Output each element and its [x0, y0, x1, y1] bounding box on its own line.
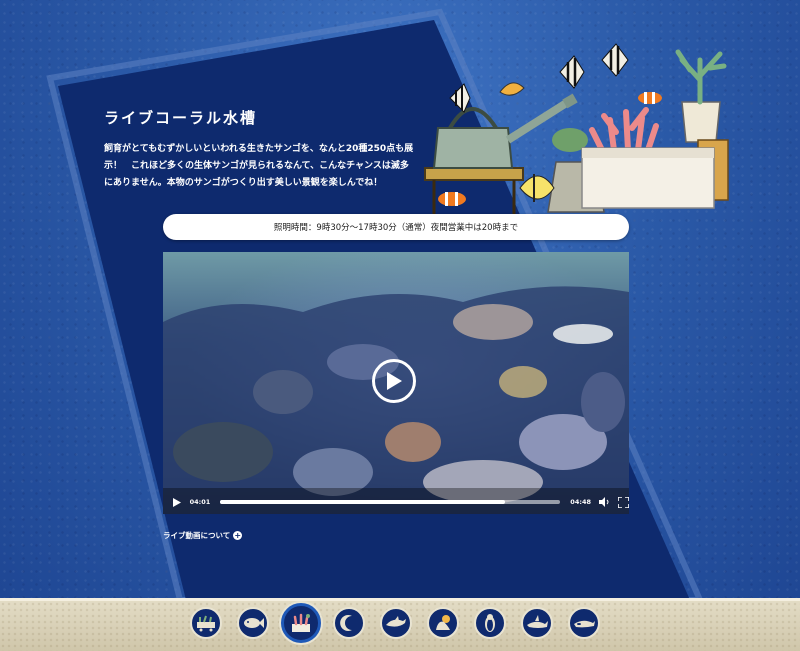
- plus-circle-icon: +: [233, 531, 243, 540]
- fullscreen-icon: [618, 496, 629, 508]
- video-duration: 04:48: [570, 498, 591, 506]
- exhibit-description: 飼育がとてもむずかしいといわれる生きたサンゴを、なんと20種250点も展示！ こ…: [104, 144, 414, 188]
- penguin-icon: [485, 614, 495, 632]
- speaker-icon: [599, 497, 609, 507]
- nav-button-jellyfish[interactable]: [333, 607, 365, 639]
- video-progress-bar[interactable]: [220, 500, 561, 504]
- orca-icon: [574, 620, 595, 628]
- video-progress-fill: [220, 500, 505, 504]
- exhibit-title: ライブコーラル水槽: [104, 109, 258, 127]
- coral-tank-icon: [292, 613, 310, 632]
- volume-button[interactable]: [599, 496, 610, 508]
- seal-icon: [436, 615, 450, 630]
- nav-button-fish[interactable]: [237, 607, 269, 639]
- play-small-icon: [173, 497, 181, 507]
- video-play-button[interactable]: [372, 359, 416, 403]
- coral-cart-icon: [197, 615, 215, 632]
- about-live-video-link[interactable]: ライブ動画について +: [163, 530, 243, 541]
- nav-button-dolphin[interactable]: [380, 607, 412, 639]
- play-icon: [387, 372, 402, 390]
- nav-button-penguin[interactable]: [474, 607, 506, 639]
- nav-button-coral-tank[interactable]: [281, 603, 321, 643]
- shark-icon: [527, 615, 548, 628]
- nav-button-shark[interactable]: [521, 607, 553, 639]
- control-play-button[interactable]: [173, 497, 182, 507]
- nav-button-orca[interactable]: [568, 607, 600, 639]
- fish-icon: [244, 618, 264, 628]
- dolphin-icon: [386, 616, 406, 627]
- nav-button-coral-cart[interactable]: [190, 607, 222, 639]
- about-live-video-label: ライブ動画について: [163, 531, 231, 540]
- fullscreen-button[interactable]: [618, 496, 629, 508]
- lighting-hours-banner: 照明時間：9時30分〜17時30分（通常）夜間営業中は20時まで: [163, 214, 629, 240]
- jellyfish-icon: [340, 615, 352, 631]
- nav-button-seal[interactable]: [427, 607, 459, 639]
- video-controls: 04:01 04:48: [163, 490, 629, 514]
- current-time: 04:01: [189, 498, 211, 506]
- coral-illustration: [424, 43, 729, 218]
